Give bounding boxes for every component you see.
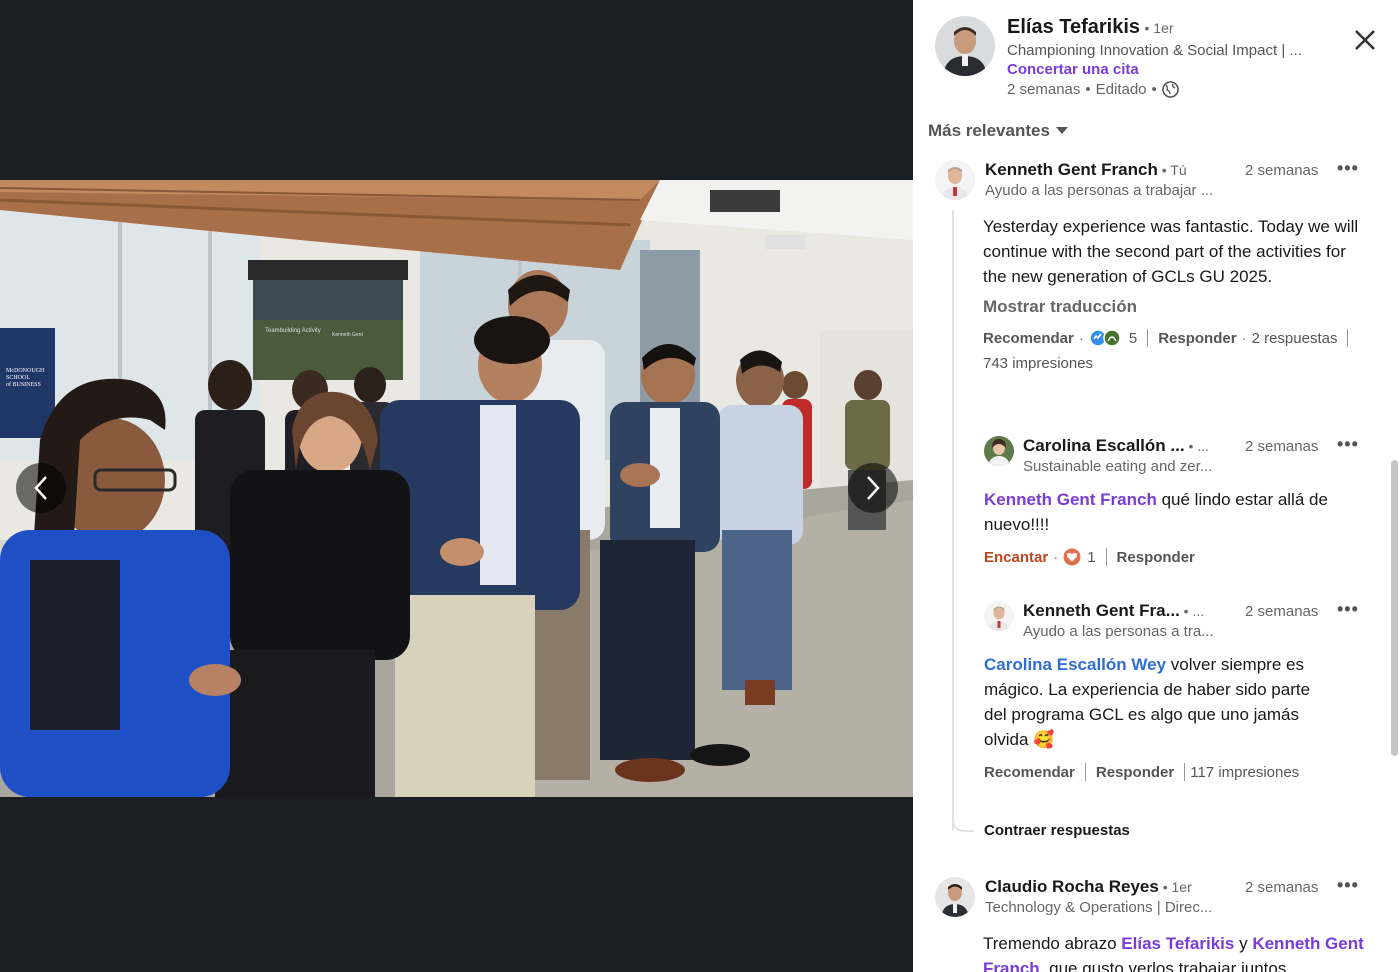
comment: Claudio Rocha Reyes • 1er Technology & O… xyxy=(935,875,1375,972)
commenter-avatar[interactable] xyxy=(935,877,975,917)
banner-line-1: McDONOUGH xyxy=(6,368,45,374)
replier-headline: Sustainable eating and zer... xyxy=(1023,458,1213,475)
commenter-avatar[interactable] xyxy=(935,160,975,200)
mention-link[interactable]: Carolina Escallón Wey xyxy=(984,655,1166,674)
image-viewer: Teambuilding Activity Kenneth Gent McDON… xyxy=(0,0,913,972)
replies-count[interactable]: 2 respuestas xyxy=(1252,330,1338,347)
like-button[interactable]: Recomendar xyxy=(983,330,1074,347)
mention-link[interactable]: Kenneth Gent Franch xyxy=(984,490,1157,509)
author-name[interactable]: Elías Tefarikis xyxy=(1007,16,1140,38)
banner-line-2: SCHOOL xyxy=(6,375,30,381)
replier-tag: • ... xyxy=(1179,603,1205,619)
scrollbar[interactable] xyxy=(1391,460,1398,756)
reply-time: 2 semanas xyxy=(1245,603,1319,620)
connection-degree: • 1er xyxy=(1144,20,1174,36)
impressions-count[interactable]: 743 impresiones xyxy=(983,355,1093,372)
replier-name[interactable]: Kenneth Gent Fra... xyxy=(1023,601,1180,620)
comment-actions: Recomendar · 5 Responder · 2 respuestas xyxy=(983,329,1375,347)
impressions-count[interactable]: 117 impresiones xyxy=(1190,764,1299,781)
post-meta: 2 semanas • Editado • xyxy=(1007,81,1302,98)
next-image-button[interactable] xyxy=(848,463,898,513)
reaction-icons xyxy=(1089,329,1121,347)
close-icon xyxy=(1355,30,1375,50)
banner-line-3: of BUSINESS xyxy=(6,381,41,388)
replier-headline: Ayudo a las personas a tra... xyxy=(1023,623,1214,640)
author-headline: Championing Innovation & Social Impact |… xyxy=(1007,42,1302,59)
reply-actions: Recomendar Responder 117 impresiones xyxy=(984,763,1384,781)
post-author: Elías Tefarikis • 1er Championing Innova… xyxy=(935,16,1302,98)
reply-actions: Encantar · 1 Responder xyxy=(984,548,1195,566)
post-time: 2 semanas xyxy=(1007,81,1081,98)
commenter-tag: • 1er xyxy=(1158,879,1192,895)
mention-link[interactable]: Elías Tefarikis xyxy=(1121,934,1234,953)
chevron-right-icon xyxy=(867,476,880,500)
post-photo: Teambuilding Activity Kenneth Gent McDON… xyxy=(0,180,913,797)
post-edited: Editado xyxy=(1095,81,1147,98)
comments-panel: Elías Tefarikis • 1er Championing Innova… xyxy=(913,0,1400,972)
commenter-tag: • Tú xyxy=(1157,162,1187,178)
reply: Carolina Escallón ... • ... Sustainable … xyxy=(984,434,1384,566)
commenter-name[interactable]: Kenneth Gent Franch xyxy=(985,160,1158,179)
globe-icon xyxy=(1161,81,1179,98)
thread-curve xyxy=(952,806,974,832)
comment-time: 2 semanas xyxy=(1245,879,1319,896)
replier-avatar[interactable] xyxy=(984,601,1014,631)
heart-reaction-icon xyxy=(1063,548,1081,566)
author-avatar[interactable] xyxy=(935,16,995,76)
comment-more-button[interactable]: ••• xyxy=(1337,158,1359,179)
reply-time: 2 semanas xyxy=(1245,438,1319,455)
commenter-headline: Technology & Operations | Direc... xyxy=(985,899,1213,916)
comment-text: Yesterday experience was fantastic. Toda… xyxy=(983,217,1359,286)
poster-right-title: Kenneth Gent xyxy=(332,332,363,338)
close-button[interactable] xyxy=(1351,26,1379,54)
sort-label: Más relevantes xyxy=(928,121,1050,140)
comment: Kenneth Gent Franch • Tú Ayudo a las per… xyxy=(935,158,1375,372)
reply-more-button[interactable]: ••• xyxy=(1337,599,1359,620)
comment-text: Tremendo abrazo Elías Tefarikis y Kennet… xyxy=(983,931,1368,972)
reply-text: Kenneth Gent Franch qué lindo estar allá… xyxy=(984,490,1328,534)
reply-more-button[interactable]: ••• xyxy=(1337,434,1359,455)
reply-text: Carolina Escallón Wey volver siempre es … xyxy=(984,655,1311,749)
caret-down-icon xyxy=(1055,127,1068,134)
collapse-replies-button[interactable]: Contraer respuestas xyxy=(984,822,1130,839)
impressions: 743 impresiones xyxy=(983,355,1375,372)
reaction-count[interactable]: 1 xyxy=(1087,549,1095,566)
reply-button[interactable]: Responder xyxy=(1158,330,1236,347)
reply: Kenneth Gent Fra... • ... Ayudo a las pe… xyxy=(984,599,1384,781)
reply-button[interactable]: Responder xyxy=(1117,549,1195,566)
poster-left-title: Teambuilding Activity xyxy=(265,328,321,334)
chevron-left-icon xyxy=(34,476,47,500)
commenter-headline: Ayudo a las personas a trabajar ... xyxy=(985,182,1214,199)
replier-avatar[interactable] xyxy=(984,436,1014,466)
like-button[interactable]: Recomendar xyxy=(984,764,1075,781)
comment-time: 2 semanas xyxy=(1245,162,1319,179)
comment-more-button[interactable]: ••• xyxy=(1337,875,1359,896)
sort-dropdown[interactable]: Más relevantes xyxy=(928,121,1068,141)
book-appointment-link[interactable]: Concertar una cita xyxy=(1007,61,1302,78)
show-translation-button[interactable]: Mostrar traducción xyxy=(983,297,1375,317)
reply-button[interactable]: Responder xyxy=(1096,764,1174,781)
reaction-count[interactable]: 5 xyxy=(1129,330,1137,347)
previous-image-button[interactable] xyxy=(16,463,66,513)
replier-name[interactable]: Carolina Escallón ... xyxy=(1023,436,1185,455)
commenter-name[interactable]: Claudio Rocha Reyes xyxy=(985,877,1159,896)
love-button[interactable]: Encantar xyxy=(984,549,1048,566)
replier-tag: • ... xyxy=(1184,438,1209,454)
